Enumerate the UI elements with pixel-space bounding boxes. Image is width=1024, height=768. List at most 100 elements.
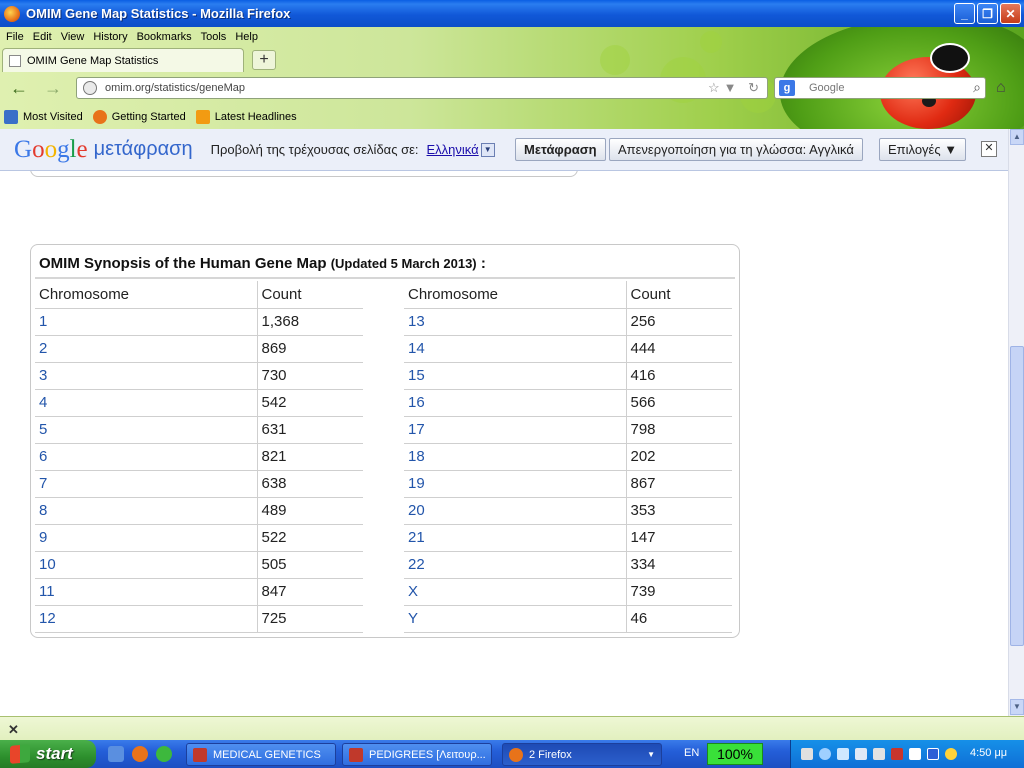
chromosome-link[interactable]: Y xyxy=(404,605,627,633)
maximize-button[interactable]: ❐ xyxy=(977,3,998,24)
network-icon[interactable] xyxy=(837,748,849,760)
chromosome-link[interactable]: 21 xyxy=(404,524,627,552)
search-icon[interactable]: ⌕ xyxy=(973,79,981,96)
windows-logo-icon xyxy=(10,744,30,764)
menu-view[interactable]: View xyxy=(61,31,85,43)
taskbar-item-firefox[interactable]: 2 Firefox ▼ xyxy=(502,743,662,766)
chromosome-link[interactable]: 7 xyxy=(35,470,258,498)
menu-tools[interactable]: Tools xyxy=(201,31,227,43)
chromosome-link[interactable]: 20 xyxy=(404,497,627,525)
table-row: 4 542 xyxy=(35,389,363,417)
translate-button[interactable]: Μετάφραση xyxy=(515,138,606,161)
menu-edit[interactable]: Edit xyxy=(33,31,52,43)
tray-icon[interactable] xyxy=(873,748,885,760)
gene-count-cell: 542 xyxy=(257,389,363,417)
gene-count-cell: 566 xyxy=(626,389,732,417)
translate-logo-word: μετάφραση xyxy=(93,138,193,160)
tab-strip: OMIM Gene Map Statistics + xyxy=(0,48,1024,72)
new-tab-button[interactable]: + xyxy=(252,50,276,70)
scroll-up-arrow-icon[interactable]: ▲ xyxy=(1010,129,1024,145)
scroll-down-arrow-icon[interactable]: ▼ xyxy=(1010,699,1024,715)
chromosome-link[interactable]: 1 xyxy=(35,308,258,336)
info-icon[interactable] xyxy=(945,748,957,760)
chromosome-link[interactable]: 12 xyxy=(35,605,258,633)
chromosome-link[interactable]: 3 xyxy=(35,362,258,390)
bookmark-latest-headlines[interactable]: Latest Headlines xyxy=(195,110,297,124)
chromosome-link[interactable]: 15 xyxy=(404,362,627,390)
tab-omim-gene-map[interactable]: OMIM Gene Map Statistics xyxy=(2,48,244,72)
back-button[interactable]: ← xyxy=(10,78,28,99)
taskbar-item-label: MEDICAL GENETICS xyxy=(213,748,321,761)
chromosome-link[interactable]: 22 xyxy=(404,551,627,579)
chromosome-link[interactable]: 5 xyxy=(35,416,258,444)
chromosome-link[interactable]: 9 xyxy=(35,524,258,552)
chromosome-link[interactable]: 2 xyxy=(35,335,258,363)
tray-icon[interactable] xyxy=(801,748,813,760)
google-engine-icon[interactable]: g xyxy=(779,80,795,96)
utorrent-icon[interactable] xyxy=(156,746,172,762)
disable-translation-button[interactable]: Απενεργοποίηση για τη γλώσσα: Αγγλικά xyxy=(609,138,863,161)
firefox-quicklaunch-icon[interactable] xyxy=(132,746,148,762)
url-bar[interactable]: omim.org/statistics/geneMap ☆▼ ↻ xyxy=(76,77,768,99)
close-window-button[interactable]: ✕ xyxy=(1000,3,1021,24)
home-button[interactable]: ⌂ xyxy=(996,79,1006,97)
show-desktop-icon[interactable] xyxy=(108,746,124,762)
chromosome-link[interactable]: 17 xyxy=(404,416,627,444)
chromosome-link[interactable]: 16 xyxy=(404,389,627,417)
gene-count-cell: 821 xyxy=(257,443,363,471)
chromosome-link[interactable]: 10 xyxy=(35,551,258,579)
synopsis-title: OMIM Synopsis of the Human Gene Map (Upd… xyxy=(39,255,486,272)
translate-options-button[interactable]: Επιλογές ▼ xyxy=(879,138,967,161)
bluetooth-icon[interactable] xyxy=(927,748,939,760)
gene-count-cell: 847 xyxy=(257,578,363,606)
scrollbar-thumb[interactable] xyxy=(1010,346,1024,646)
zoom-level-indicator[interactable]: 100% xyxy=(707,743,763,765)
menu-help[interactable]: Help xyxy=(235,31,258,43)
url-text[interactable]: omim.org/statistics/geneMap xyxy=(105,82,245,94)
vertical-scrollbar[interactable]: ▲ ▼ xyxy=(1008,129,1024,716)
start-button[interactable]: start xyxy=(0,740,96,768)
tray-icon[interactable] xyxy=(819,748,831,760)
tab-label: OMIM Gene Map Statistics xyxy=(27,54,159,67)
close-find-bar-icon[interactable]: ✕ xyxy=(8,722,19,738)
taskbar-item-medical-genetics[interactable]: MEDICAL GENETICS xyxy=(186,743,336,766)
chromosome-link[interactable]: 8 xyxy=(35,497,258,525)
language-dropdown-icon[interactable]: ▼ xyxy=(480,142,495,157)
close-translate-bar-icon[interactable]: ✕ xyxy=(981,141,997,157)
bookmark-getting-started[interactable]: Getting Started xyxy=(92,110,186,124)
security-alert-icon[interactable] xyxy=(891,748,903,760)
input-language-indicator[interactable]: EN xyxy=(684,747,699,759)
chromosome-link[interactable]: 19 xyxy=(404,470,627,498)
menu-history[interactable]: History xyxy=(93,31,127,43)
volume-icon[interactable] xyxy=(909,748,921,760)
gene-count-cell: 416 xyxy=(626,362,732,390)
chromosome-link[interactable]: 6 xyxy=(35,443,258,471)
taskbar-item-pedigrees[interactable]: PEDIGREES [Λειτουρ... xyxy=(342,743,492,766)
table-row: 14 444 xyxy=(404,335,732,363)
group-dropdown-icon[interactable]: ▼ xyxy=(647,750,655,759)
gene-count-cell: 522 xyxy=(257,524,363,552)
chromosome-link[interactable]: 14 xyxy=(404,335,627,363)
minimize-button[interactable]: _ xyxy=(954,3,975,24)
count-column-header: Count xyxy=(257,281,363,309)
forward-button[interactable]: → xyxy=(44,78,62,99)
chromosome-link[interactable]: 18 xyxy=(404,443,627,471)
chromosome-link[interactable]: 13 xyxy=(404,308,627,336)
chromosome-column-header: Chromosome xyxy=(404,281,627,309)
site-identity-icon[interactable] xyxy=(83,81,97,95)
chromosome-link[interactable]: 11 xyxy=(35,578,258,606)
search-bar[interactable]: g Google ⌕ xyxy=(774,77,986,99)
left-table-body: 1 1,368 2 869 3 730 4 542 5 631 6 821 7 638 8 489 9 522 10… xyxy=(35,308,363,633)
menu-bookmarks[interactable]: Bookmarks xyxy=(137,31,192,43)
navigation-toolbar: ← → omim.org/statistics/geneMap ☆▼ ↻ g G… xyxy=(0,73,1024,103)
chromosome-link[interactable]: 4 xyxy=(35,389,258,417)
window-titlebar: OMIM Gene Map Statistics - Mozilla Firef… xyxy=(0,0,1024,27)
right-table-body: 13 256 14 444 15 416 16 566 17 798 18 202 19 867 20 353… xyxy=(404,308,732,633)
bookmark-most-visited[interactable]: Most Visited xyxy=(4,110,83,124)
chromosome-link[interactable]: X xyxy=(404,578,627,606)
bookmark-star-reload-icons[interactable]: ☆▼ ↻ xyxy=(708,80,763,96)
firefox-icon xyxy=(509,747,523,762)
tray-icon[interactable] xyxy=(855,748,867,760)
target-language-link[interactable]: Ελληνικά xyxy=(427,142,479,157)
menu-file[interactable]: File xyxy=(6,31,24,43)
